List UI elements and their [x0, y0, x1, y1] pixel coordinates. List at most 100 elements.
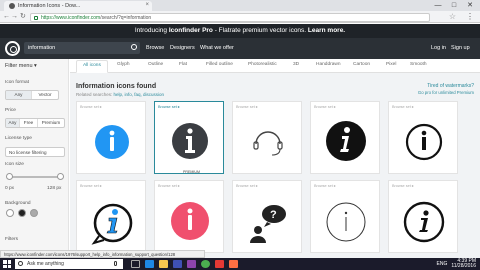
icon-card[interactable]: Browse set ▸ — [154, 180, 224, 253]
tab-outline[interactable]: Outline — [148, 62, 163, 67]
screen: Information Icons - Dow... × — □ ✕ ← → ↻… — [0, 0, 480, 270]
lock-icon — [34, 15, 38, 20]
reload-icon[interactable]: ↻ — [20, 12, 26, 22]
promo-brand: Iconfinder Pro — [168, 27, 213, 34]
signup-link[interactable]: Sign up — [451, 45, 470, 51]
format-vector-option[interactable]: Vector — [32, 91, 58, 99]
info-outline-circle-icon — [405, 123, 443, 161]
size-slider-min-handle[interactable] — [6, 173, 13, 180]
tab-flat[interactable]: Flat — [179, 62, 187, 67]
search-icon[interactable] — [131, 44, 137, 50]
icon-card-selected[interactable]: Browse set ▸ PREMIUM — [154, 101, 224, 174]
tab-cartoon[interactable]: Cartoon — [353, 62, 370, 67]
app-icon[interactable] — [215, 260, 224, 268]
icon-card[interactable]: Browse set ▸ — [232, 101, 302, 174]
bg-gray-swatch[interactable] — [30, 209, 38, 217]
price-free-option[interactable]: Free — [20, 119, 38, 127]
watermark-go-pro-link[interactable]: Go pro for unlimited Premium — [418, 90, 474, 95]
icon-card[interactable]: Browse set ▸ — [76, 101, 146, 174]
task-view-icon[interactable] — [131, 260, 140, 268]
price-premium-option[interactable]: Premium — [38, 119, 64, 127]
clock-date: 11/28/2016 — [451, 263, 476, 269]
filter-menu-toggle[interactable]: Filter menu ▾ — [5, 63, 37, 69]
info-speech-bubble-icon — [91, 203, 133, 245]
tab-close-icon[interactable]: × — [145, 2, 149, 8]
tab-all-icons[interactable]: All icons — [76, 60, 108, 73]
app-icon[interactable] — [229, 260, 238, 268]
promo-learn-more-link[interactable]: Learn more. — [308, 27, 345, 34]
browser-tab-strip: Information Icons - Dow... × — □ ✕ — [0, 0, 480, 11]
edge-browser-icon[interactable] — [145, 260, 154, 268]
background-label: Background — [5, 201, 31, 206]
search-input[interactable]: information — [24, 42, 140, 54]
icon-card[interactable]: Browse set ▸ — [310, 180, 380, 253]
language-indicator[interactable]: ENG — [437, 261, 448, 267]
close-window-icon[interactable]: ✕ — [462, 0, 478, 11]
nav-designers[interactable]: Designers — [170, 45, 195, 51]
system-tray: ENG 4:39 PM 11/28/2016 — [437, 258, 477, 270]
price-any-option[interactable]: Any — [6, 119, 20, 127]
link-status-bar: https://www.iconfinder.com/icons/1976/su… — [0, 250, 205, 258]
icon-card[interactable]: Browse set ▸ — [388, 101, 458, 174]
visual-studio-icon[interactable] — [187, 260, 196, 268]
promo-banner: Introducing Iconfinder Pro - Flatrate pr… — [0, 24, 480, 38]
license-select[interactable]: No license filtering — [5, 147, 65, 157]
format-any-option[interactable]: Any — [6, 91, 32, 99]
size-min-value: 0 px — [5, 186, 15, 191]
premium-tag: PREMIUM — [183, 170, 200, 174]
related-terms-links[interactable]: help, info, faq, discussion — [114, 92, 165, 97]
related-searches: Related searches: help, info, faq, discu… — [76, 92, 164, 97]
taskbar-search-icon — [18, 261, 23, 266]
windows-start-icon[interactable] — [3, 260, 11, 268]
watermark-question[interactable]: Tired of watermarks? — [427, 83, 474, 89]
info-thin-outline-icon — [326, 202, 366, 242]
back-icon[interactable]: ← — [3, 12, 10, 22]
forward-icon[interactable]: → — [11, 12, 18, 22]
icon-card[interactable]: Browse set ▸ — [310, 101, 380, 174]
clock[interactable]: 4:39 PM 11/28/2016 — [451, 258, 476, 270]
info-italic-outline-icon — [403, 201, 445, 243]
tab-3d[interactable]: 3D — [293, 62, 299, 67]
tab-glyph[interactable]: Glyph — [117, 62, 130, 67]
icon-card[interactable]: Browse set ▸ ? — [232, 180, 302, 253]
icon-size-label: Icon size — [5, 162, 24, 167]
headset-support-icon — [253, 131, 283, 156]
iconfinder-logo-icon[interactable] — [5, 41, 20, 56]
related-prefix: Related searches: — [76, 92, 114, 97]
size-slider-max-handle[interactable] — [57, 173, 64, 180]
browser-menu-icon[interactable]: ⋮ — [466, 11, 474, 23]
nav-what-we-offer[interactable]: What we offer — [200, 45, 234, 51]
site-header: information Browse Designers What we off… — [0, 38, 480, 59]
size-slider-track[interactable] — [8, 176, 62, 178]
window-controls: — □ ✕ — [430, 0, 478, 11]
browser-tab[interactable]: Information Icons - Dow... × — [4, 1, 152, 11]
info-pink-circle-icon — [171, 202, 209, 240]
url-input[interactable]: https://www.iconfinder.com/search/?q=inf… — [30, 12, 430, 22]
license-label: License type — [5, 136, 32, 141]
taskbar-search-input[interactable]: Ask me anything — [15, 259, 123, 269]
store-icon[interactable] — [173, 260, 182, 268]
chrome-browser-icon[interactable] — [201, 260, 210, 268]
promo-text: - Flatrate premium vector icons. — [212, 27, 308, 34]
tab-photorealistic[interactable]: Photorealistic — [248, 62, 277, 67]
tab-smooth[interactable]: Smooth — [410, 62, 427, 67]
bg-white-swatch[interactable] — [6, 209, 14, 217]
info-blue-circle-icon — [95, 125, 129, 159]
maximize-icon[interactable]: □ — [446, 0, 462, 11]
icon-card[interactable]: Browse set ▸ — [388, 180, 458, 253]
minimize-icon[interactable]: — — [430, 0, 446, 11]
price-toggle: Any Free Premium — [5, 118, 65, 128]
tab-filled-outline[interactable]: Filled outline — [206, 62, 233, 67]
nav-browse[interactable]: Browse — [146, 45, 164, 51]
icon-card[interactable]: Browse set ▸ — [76, 180, 146, 253]
bg-black-swatch[interactable] — [18, 209, 26, 217]
login-link[interactable]: Log in — [431, 45, 446, 51]
bookmark-star-icon[interactable]: ☆ — [449, 11, 456, 23]
tab-handdrawn[interactable]: Handdrawn — [316, 62, 341, 67]
tab-pixel[interactable]: Pixel — [386, 62, 396, 67]
promo-prefix: Introducing — [134, 27, 169, 34]
results-area: All icons Glyph Outline Flat Filled outl… — [70, 59, 480, 261]
microphone-icon[interactable] — [114, 261, 117, 266]
person-question-icon: ? — [250, 205, 286, 243]
file-explorer-icon[interactable] — [159, 260, 168, 268]
